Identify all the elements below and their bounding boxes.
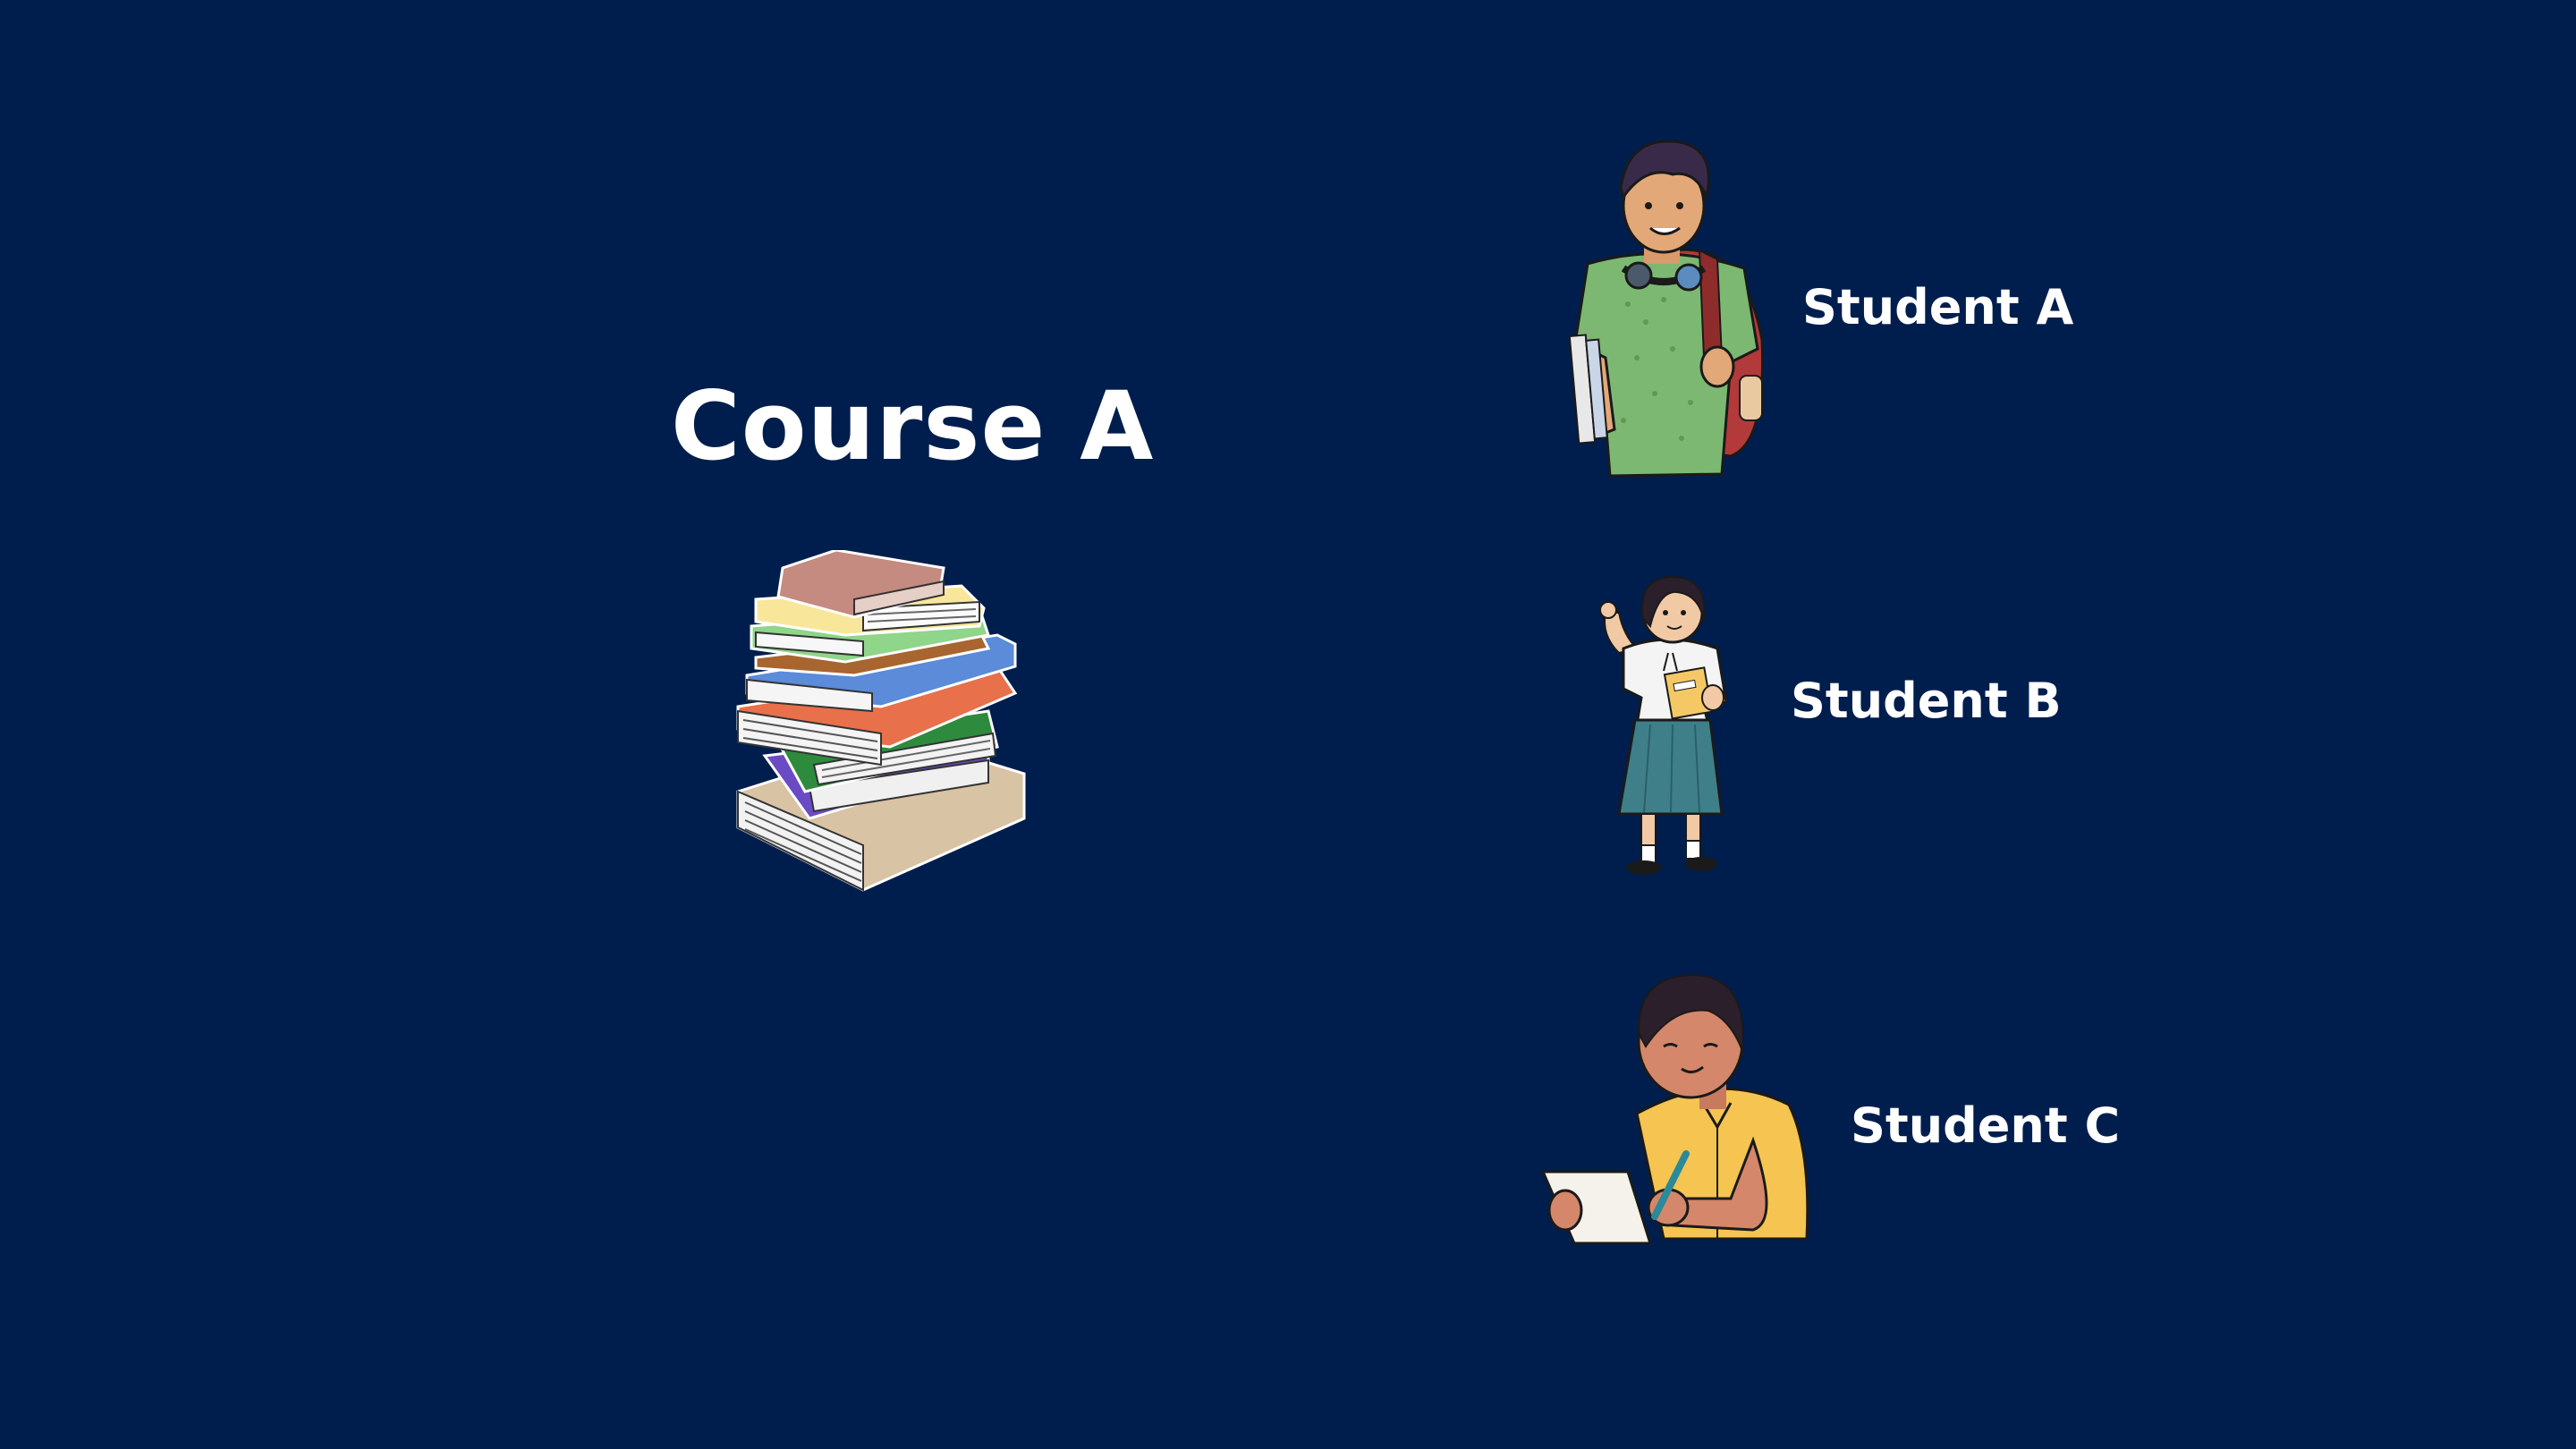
book-stack-icon	[736, 550, 1026, 892]
course-title: Course A	[671, 371, 1155, 481]
student-boy-backpack-icon	[1568, 140, 1765, 478]
student-label-a: Student A	[1802, 279, 2074, 335]
student-label-c: Student C	[1851, 1097, 2121, 1154]
student-writing-icon	[1540, 973, 1809, 1245]
student-girl-icon	[1599, 575, 1728, 875]
student-label-b: Student B	[1791, 673, 2062, 729]
